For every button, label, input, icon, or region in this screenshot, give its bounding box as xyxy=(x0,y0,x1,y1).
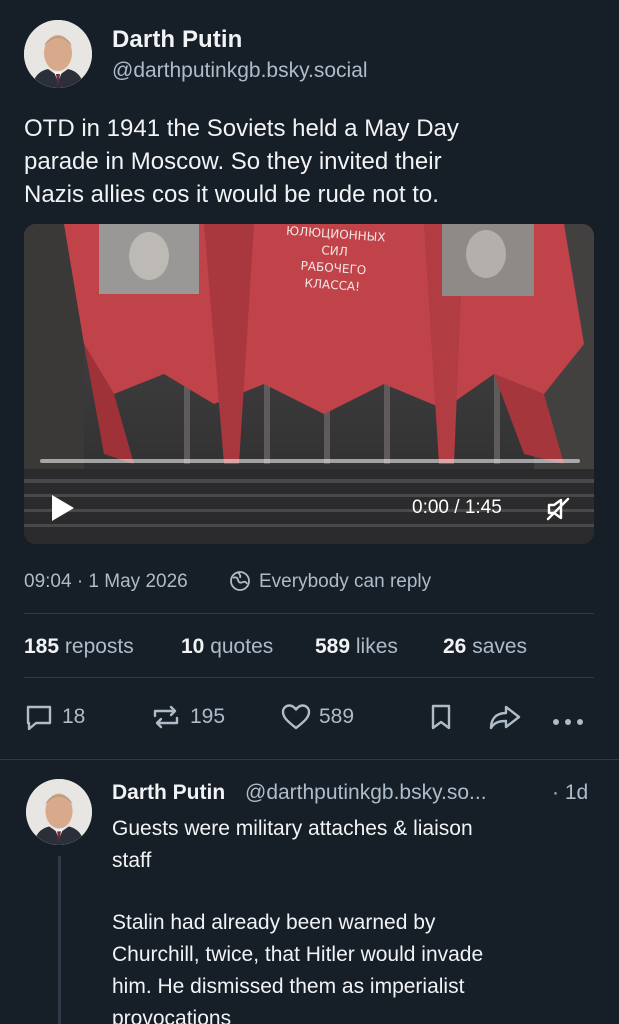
reply-text-line: Stalin had already been warned by xyxy=(112,911,436,934)
repost-button[interactable]: 195 xyxy=(150,703,225,731)
reply-author-avatar[interactable] xyxy=(26,779,92,845)
quotes-stat[interactable]: 10 quotes xyxy=(181,635,273,659)
reply-text-line: him. He dismissed them as imperialist xyxy=(112,975,465,998)
reply-text-paragraph: Stalin had already been warned by Church… xyxy=(112,907,483,1024)
reposts-stat[interactable]: 185 reposts xyxy=(24,635,134,659)
reply-author-name[interactable]: Darth Putin xyxy=(112,781,225,805)
banner-text: ЮЛЮЦИОННЫХ СИЛ РАБОЧЕГО КЛАССА! xyxy=(262,224,406,299)
reposts-label: reposts xyxy=(64,635,134,658)
divider xyxy=(24,677,594,678)
author-handle[interactable]: @darthputinkgb.bsky.social xyxy=(112,59,368,83)
saves-label: saves xyxy=(472,635,528,658)
reply-button[interactable]: 18 xyxy=(24,703,85,731)
author-name[interactable]: Darth Putin xyxy=(112,26,242,54)
likes-count: 589 xyxy=(315,635,351,658)
post-text-line: OTD in 1941 the Soviets held a May Day xyxy=(24,115,459,142)
reply-text-line: Guests were military attaches & liaison xyxy=(112,817,473,840)
reply-setting[interactable]: Everybody can reply xyxy=(259,571,431,593)
divider xyxy=(0,759,619,760)
reply-text-line: Churchill, twice, that Hitler would inva… xyxy=(112,943,484,966)
reply-text-line: provocations xyxy=(112,1007,232,1024)
video-progress-bar[interactable] xyxy=(40,459,580,463)
reposts-count: 185 xyxy=(24,635,60,658)
heart-icon xyxy=(281,704,311,730)
likes-stat[interactable]: 589 likes xyxy=(315,635,398,659)
video-time: 0:00 / 1:45 xyxy=(412,497,502,518)
saves-count: 26 xyxy=(443,635,467,658)
quotes-count: 10 xyxy=(181,635,205,658)
video-player[interactable]: ЮЛЮЦИОННЫХ СИЛ РАБОЧЕГО КЛАССА! xyxy=(24,224,594,544)
thread-line xyxy=(58,856,61,1024)
reply-age: · 1d xyxy=(552,781,589,804)
ellipsis-icon[interactable] xyxy=(552,713,584,731)
post-timestamp[interactable]: 09:04 · 1 May 2026 xyxy=(24,571,188,593)
speech-bubble-icon xyxy=(26,705,52,731)
play-icon[interactable] xyxy=(50,494,76,527)
author-avatar[interactable] xyxy=(24,20,92,88)
likes-label: likes xyxy=(355,635,398,658)
like-button[interactable]: 589 xyxy=(281,703,354,731)
post-text-line: parade in Moscow. So they invited their xyxy=(24,148,442,175)
reply-count: 18 xyxy=(62,705,86,728)
globe-icon xyxy=(229,570,251,597)
like-count: 589 xyxy=(319,705,355,728)
divider xyxy=(24,613,594,614)
quotes-label: quotes xyxy=(210,635,274,658)
post-text-line: Nazis allies cos it would be rude not to… xyxy=(24,181,439,208)
reply-text: Guests were military attaches & liaison … xyxy=(112,813,473,877)
post-text: OTD in 1941 the Soviets held a May Day p… xyxy=(24,112,594,211)
reply-author-handle[interactable]: @darthputinkgb.bsky.so... xyxy=(245,781,487,805)
reply-text-line: staff xyxy=(112,849,152,872)
bookmark-icon[interactable] xyxy=(428,703,454,736)
avatar-image xyxy=(24,20,92,88)
repost-arrows-icon xyxy=(153,705,179,729)
share-arrow-icon[interactable] xyxy=(488,703,522,736)
saves-stat[interactable]: 26 saves xyxy=(443,635,527,659)
avatar-image xyxy=(26,779,92,845)
repost-count: 195 xyxy=(190,705,226,728)
mute-icon[interactable] xyxy=(545,496,571,527)
